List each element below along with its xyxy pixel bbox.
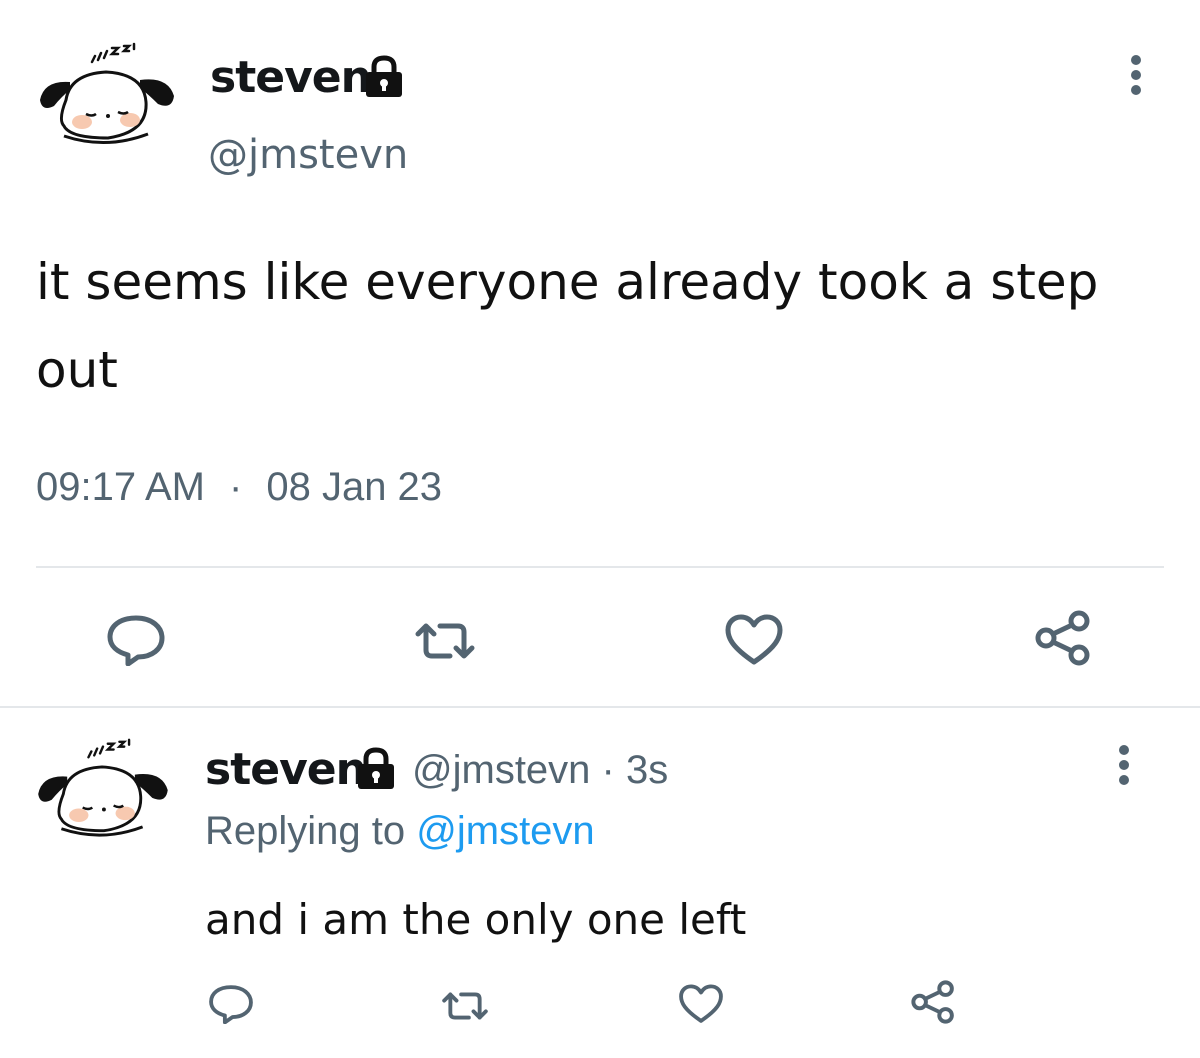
reply-icon[interactable] (208, 984, 254, 1028)
replying-mention-link[interactable]: @jmstevn (416, 809, 594, 853)
share-icon[interactable] (910, 980, 956, 1028)
main-avatar[interactable] (36, 40, 176, 160)
tweet-time: 09:17 AM (36, 465, 206, 509)
display-name[interactable]: steven (205, 742, 367, 798)
share-icon[interactable] (1034, 610, 1092, 670)
handle-and-time[interactable]: @jmstevn · 3s (412, 742, 668, 798)
divider (36, 566, 1164, 568)
replying-prefix: Replying to (205, 809, 406, 853)
like-icon[interactable] (678, 984, 724, 1028)
divider (0, 706, 1200, 708)
retweet-icon[interactable] (410, 618, 480, 668)
lock-icon (352, 747, 400, 795)
lock-icon (360, 55, 408, 103)
tweet-text: and i am the only one left (205, 895, 747, 944)
like-icon[interactable] (724, 614, 784, 670)
more-vertical-icon[interactable] (1124, 52, 1148, 102)
user-handle[interactable]: @jmstevn (208, 130, 408, 180)
avatar-dog-icon (40, 42, 174, 144)
more-vertical-icon[interactable] (1112, 742, 1136, 792)
meta-separator: · (229, 465, 243, 509)
tweet-text: it seems like everyone already took a st… (36, 253, 1099, 399)
avatar-dog-icon (38, 738, 168, 837)
display-name[interactable]: steven (210, 50, 372, 106)
reply-avatar[interactable] (32, 736, 172, 852)
retweet-icon[interactable] (438, 988, 492, 1028)
tweet-timestamp: 09:17 AM · 08 Jan 23 (36, 462, 442, 512)
replying-to: Replying to @jmstevn (205, 806, 595, 856)
reply-icon[interactable] (106, 614, 166, 670)
tweet-date: 08 Jan 23 (266, 465, 443, 509)
